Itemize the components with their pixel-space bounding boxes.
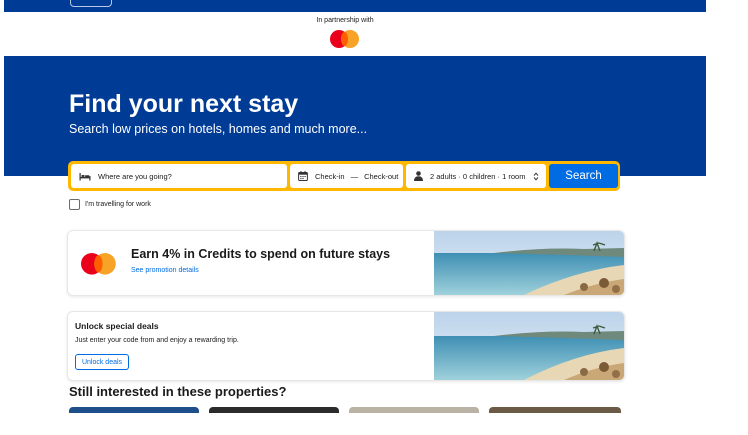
search-button[interactable]: Search — [549, 164, 618, 188]
top-nav-button[interactable] — [70, 0, 112, 7]
checkout-label: Check-out — [364, 171, 399, 181]
calendar-icon — [298, 171, 308, 181]
date-separator: — — [350, 171, 359, 181]
dates-field[interactable]: Check-in — Check-out — [290, 164, 403, 188]
mastercard-logo — [81, 253, 117, 277]
guests-field[interactable]: 2 adults · 0 children · 1 room — [406, 164, 546, 188]
work-travel-checkbox[interactable] — [69, 199, 80, 210]
guests-summary: 2 adults · 0 children · 1 room — [430, 171, 526, 181]
promo-title: Earn 4% in Credits to spend on future st… — [131, 247, 391, 261]
beach-image — [434, 312, 624, 380]
work-travel-option[interactable]: I'm travelling for work — [69, 199, 151, 210]
deals-text: Just enter your code from and enjoy a re… — [75, 337, 239, 344]
property-thumbnail[interactable] — [69, 407, 199, 413]
hero-subtitle: Search low prices on hotels, homes and m… — [69, 122, 368, 136]
mastercard-logo — [330, 30, 360, 50]
unlock-deals-button[interactable]: Unlock deals — [75, 354, 129, 370]
person-icon — [414, 171, 423, 181]
destination-field[interactable]: Where are you going? — [71, 164, 287, 188]
promo-details-link[interactable]: See promotion details — [131, 267, 199, 274]
destination-placeholder: Where are you going? — [98, 171, 172, 181]
property-thumbnail[interactable] — [349, 407, 479, 413]
property-thumbnail[interactable] — [489, 407, 621, 413]
checkin-label: Check-in — [315, 171, 345, 181]
deals-card: Unlock special deals Just enter your cod… — [67, 311, 625, 381]
updown-icon — [534, 171, 539, 181]
promo-card: Earn 4% in Credits to spend on future st… — [67, 230, 625, 296]
beach-image — [434, 231, 624, 295]
bed-icon — [79, 172, 91, 180]
partnership-text: In partnership with — [316, 17, 374, 24]
hero-title: Find your next stay — [69, 90, 299, 118]
property-thumbnail[interactable] — [209, 407, 339, 413]
properties-heading: Still interested in these properties? — [69, 384, 287, 399]
deals-title: Unlock special deals — [75, 321, 159, 331]
work-travel-label: I'm travelling for work — [85, 201, 151, 208]
